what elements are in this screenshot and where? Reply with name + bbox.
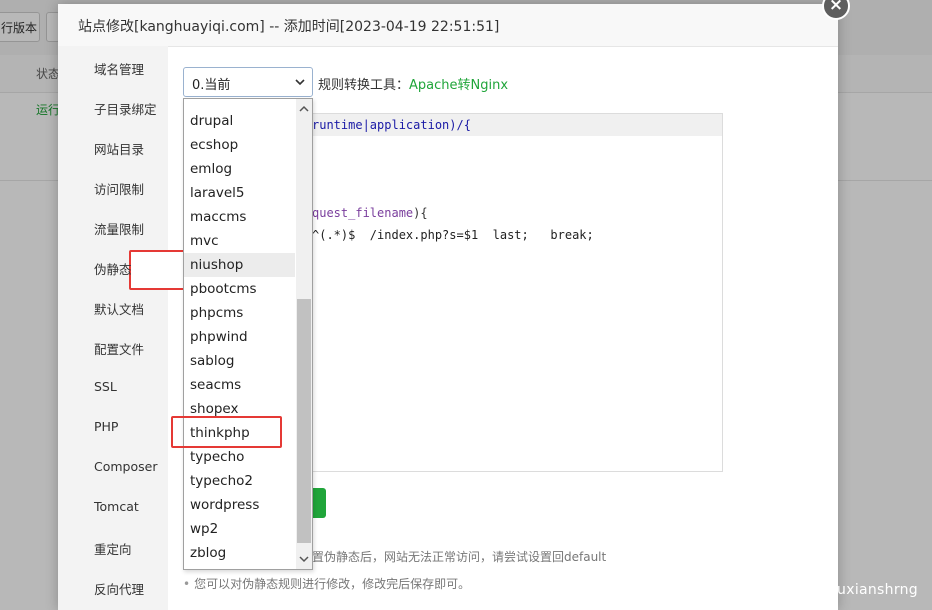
sidebar-item-redirect[interactable]: 重定向 <box>94 539 132 558</box>
sidebar-item-default-doc[interactable]: 默认文档 <box>94 299 144 318</box>
rewrite-tip-edit: • 您可以对伪静态规则进行修改，修改完后保存即可。 <box>183 575 470 592</box>
dropdown-option-niushop[interactable]: niushop <box>184 253 295 277</box>
scroll-up-icon[interactable] <box>299 105 309 113</box>
dropdown-option-mvc[interactable]: mvc <box>184 229 295 253</box>
rewrite-tip-edit-text: 您可以对伪静态规则进行修改，修改完后保存即可。 <box>194 577 471 591</box>
dropdown-option-wordpress[interactable]: wordpress <box>184 493 295 517</box>
apache-to-nginx-link[interactable]: Apache转Nginx <box>409 78 508 93</box>
dropdown-scrollbar[interactable] <box>296 99 312 569</box>
scroll-down-icon[interactable] <box>299 555 309 563</box>
dropdown-option-drupal[interactable]: drupal <box>184 109 295 133</box>
dropdown-option-zblog[interactable]: zblog <box>184 541 295 565</box>
convert-tool-label: 规则转换工具：Apache转Nginx <box>318 74 508 93</box>
sidebar-item-tomcat[interactable]: Tomcat <box>94 499 139 514</box>
chevron-down-icon <box>295 79 305 86</box>
dropdown-option-typecho[interactable]: typecho <box>184 445 295 469</box>
dialog-header: 站点修改[kanghuayiqi.com] -- 添加时间[2023-04-19… <box>58 4 838 47</box>
bullet-icon: • <box>183 577 191 591</box>
rewrite-tip-default: 置伪静态后，网站无法正常访问，请尝试设置回default <box>312 550 607 564</box>
code-line: quest_filename){ <box>312 206 428 220</box>
dropdown-option-phpcms[interactable]: phpcms <box>184 301 295 325</box>
dialog-title: 站点修改[kanghuayiqi.com] -- 添加时间[2023-04-19… <box>78 19 500 35</box>
dropdown-option-sablog[interactable]: sablog <box>184 349 295 373</box>
rewrite-select-value: 0.当前 <box>192 78 231 93</box>
rewrite-template-select[interactable]: 0.当前 <box>183 67 313 97</box>
sidebar-item-domain[interactable]: 域名管理 <box>94 59 144 78</box>
code-line: runtime|application)/{ <box>312 118 471 132</box>
sidebar-item-composer[interactable]: Composer <box>94 459 157 474</box>
dropdown-option-laravel5[interactable]: laravel5 <box>184 181 295 205</box>
dropdown-option-pbootcms[interactable]: pbootcms <box>184 277 295 301</box>
dropdown-option-maccms[interactable]: maccms <box>184 205 295 229</box>
thinkphp-highlight <box>171 416 282 448</box>
dropdown-option-seacms[interactable]: seacms <box>184 373 295 397</box>
code-text: ){ <box>413 206 428 220</box>
dropdown-option-phpwind[interactable]: phpwind <box>184 325 295 349</box>
sidebar-item-ssl[interactable]: SSL <box>94 379 117 394</box>
csdn-watermark: CSDN @shuxianshrng <box>760 582 918 598</box>
sidebar-item-subdirectory[interactable]: 子目录绑定 <box>94 99 157 118</box>
sidebar-item-rewrite[interactable]: 伪静态 <box>94 259 132 278</box>
sidebar-item-config-file[interactable]: 配置文件 <box>94 339 144 358</box>
dropdown-option-typecho2[interactable]: typecho2 <box>184 469 295 493</box>
sidebar-item-traffic-limit[interactable]: 流量限制 <box>94 219 144 238</box>
dropdown-option-wp2[interactable]: wp2 <box>184 517 295 541</box>
sidebar-item-access-limit[interactable]: 访问限制 <box>94 179 144 198</box>
code-variable: quest_filename <box>312 206 414 220</box>
dialog-sidebar <box>58 46 168 610</box>
code-line: ^(.*)$ /index.php?s=$1 last; break; <box>312 228 594 242</box>
dropdown-option-emlog[interactable]: emlog <box>184 157 295 181</box>
scrollbar-thumb[interactable] <box>297 299 311 543</box>
sidebar-item-php[interactable]: PHP <box>94 419 118 434</box>
sidebar-item-site-directory[interactable]: 网站目录 <box>94 139 144 158</box>
rewrite-template-dropdown[interactable]: drupal ecshop emlog laravel5 maccms mvc … <box>183 98 313 570</box>
dropdown-option-ecshop[interactable]: ecshop <box>184 133 295 157</box>
convert-tool-text: 规则转换工具： <box>318 78 410 93</box>
sidebar-item-reverse-proxy[interactable]: 反向代理 <box>94 579 144 598</box>
